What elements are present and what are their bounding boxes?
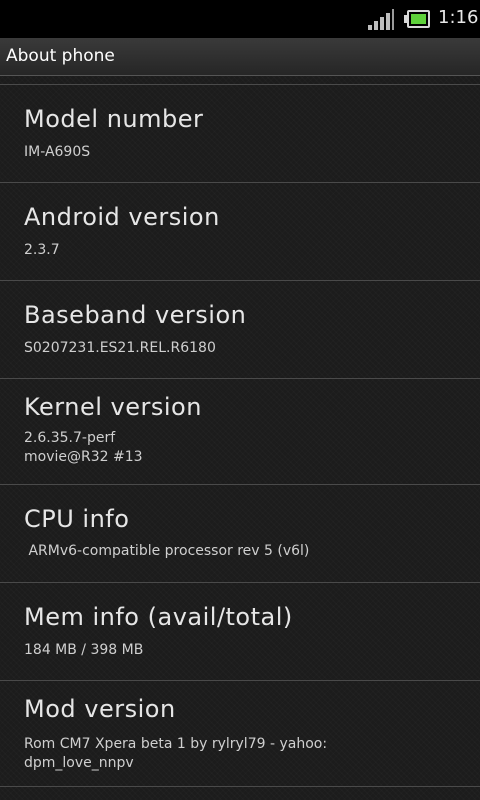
list-item-model-number[interactable]: Model number IM-A690S bbox=[0, 85, 480, 183]
list-item-title: Kernel version bbox=[24, 393, 202, 421]
list-item-summary: 184 MB / 398 MB bbox=[24, 642, 144, 658]
list-item-mod-version[interactable]: Mod version Rom CM7 Xpera beta 1 by rylr… bbox=[0, 681, 480, 787]
title-bar: About phone bbox=[0, 38, 480, 76]
list-item-baseband-version[interactable]: Baseband version S0207231.ES21.REL.R6180 bbox=[0, 281, 480, 379]
list-item-summary: ARMv6-compatible processor rev 5 (v6l) bbox=[24, 543, 310, 559]
status-bar: 1:16 bbox=[0, 0, 480, 38]
list-item-summary: S0207231.ES21.REL.R6180 bbox=[24, 340, 216, 356]
about-phone-screen: 1:16 About phone Model number IM-A690S A… bbox=[0, 0, 480, 800]
signal-bars-icon bbox=[368, 9, 394, 30]
page-title: About phone bbox=[6, 46, 115, 66]
list-item-title: Android version bbox=[24, 203, 220, 231]
list-item-summary-line-2: movie@R32 #13 bbox=[24, 449, 143, 465]
list-item-title: Mod version bbox=[24, 695, 176, 723]
list-item-summary: 2.3.7 bbox=[24, 242, 60, 258]
list-item-summary-line-1: Rom CM7 Xpera beta 1 by rylryl79 - yahoo… bbox=[24, 736, 328, 752]
list-item-kernel-version[interactable]: Kernel version 2.6.35.7-perf movie@R32 #… bbox=[0, 379, 480, 485]
list-item-title: Model number bbox=[24, 105, 204, 133]
list-item-title: Baseband version bbox=[24, 301, 247, 329]
list-top-divider bbox=[0, 76, 480, 85]
list-bottom-divider bbox=[0, 786, 480, 787]
about-phone-list: Model number IM-A690S Android version 2.… bbox=[0, 76, 480, 787]
list-item-title: CPU info bbox=[24, 505, 130, 533]
status-clock: 1:16 bbox=[438, 7, 479, 28]
list-item-mem-info[interactable]: Mem info (avail/total) 184 MB / 398 MB bbox=[0, 583, 480, 681]
list-item-cpu-info[interactable]: CPU info ARMv6-compatible processor rev … bbox=[0, 485, 480, 583]
battery-icon bbox=[404, 10, 432, 28]
list-item-android-version[interactable]: Android version 2.3.7 bbox=[0, 183, 480, 281]
list-item-summary-line-1: 2.6.35.7-perf bbox=[24, 430, 116, 446]
list-item-title: Mem info (avail/total) bbox=[24, 603, 293, 631]
list-item-summary-line-2: dpm_love_nnpv bbox=[24, 755, 134, 771]
list-item-summary: IM-A690S bbox=[24, 144, 91, 160]
